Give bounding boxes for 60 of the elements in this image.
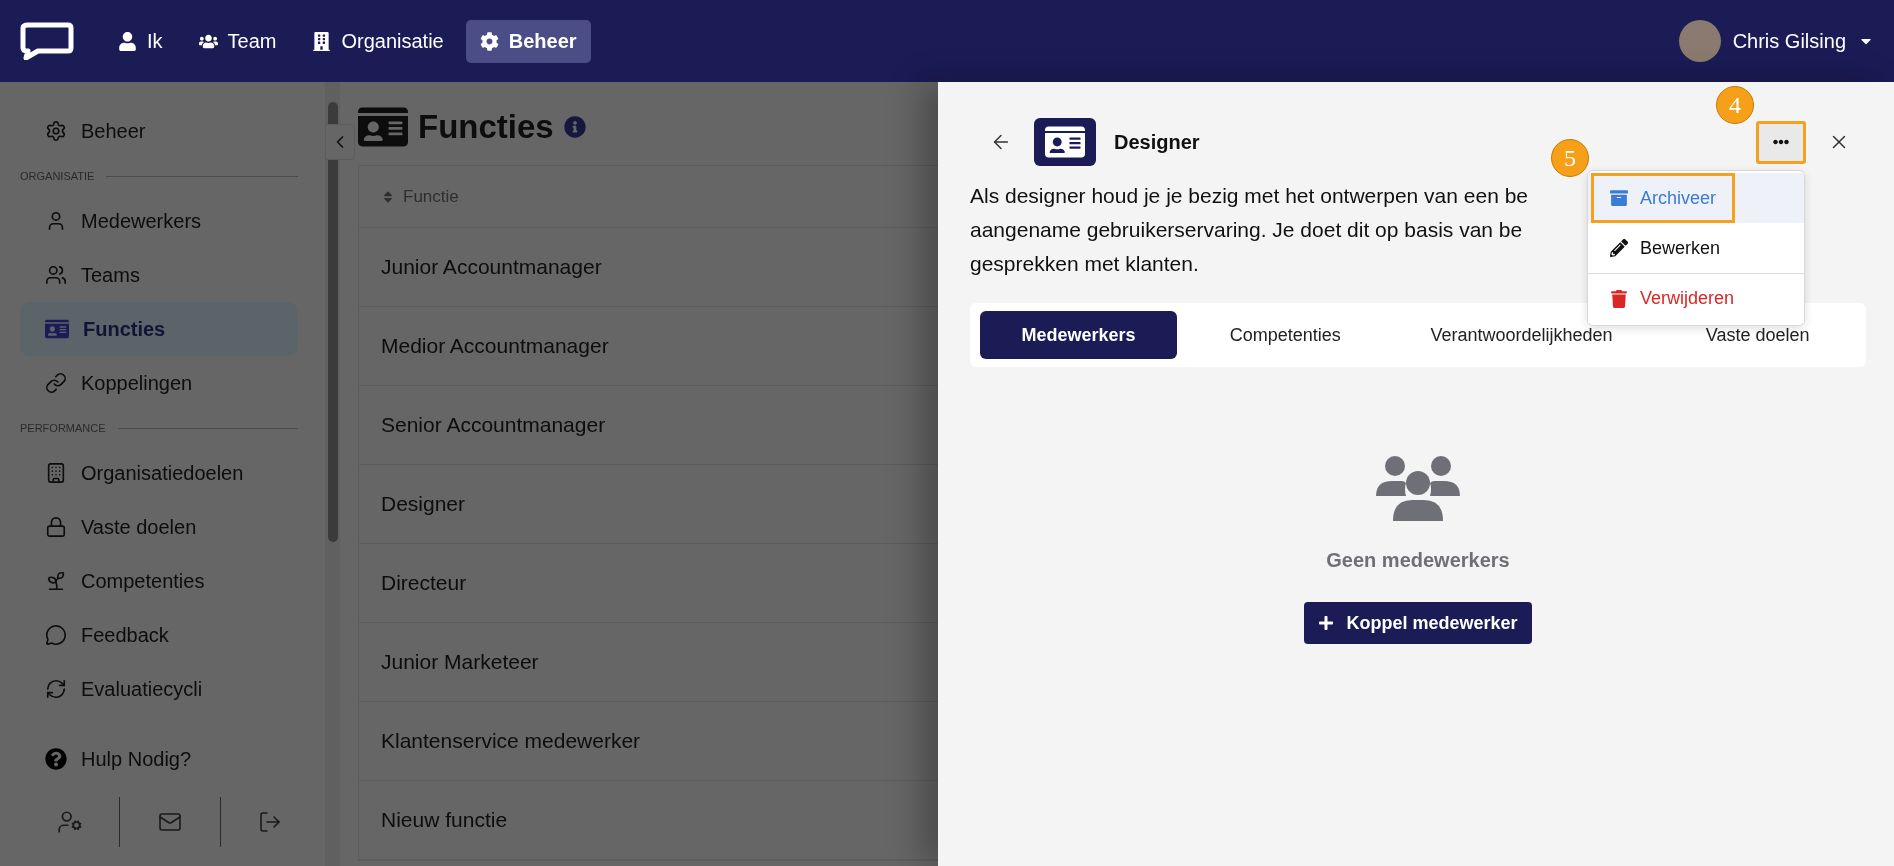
menu-item[interactable]: Archiveer bbox=[1588, 173, 1804, 223]
trash-icon bbox=[1610, 289, 1628, 308]
sidebar-item[interactable]: Evaluatiecycli bbox=[20, 662, 298, 716]
panel-title: Designer bbox=[1114, 130, 1200, 154]
add-employee-button[interactable]: Koppel medewerker bbox=[1304, 602, 1532, 644]
avatar bbox=[1678, 20, 1721, 62]
help-link[interactable]: Hulp Nodig? bbox=[20, 736, 325, 782]
nav-tab[interactable]: Ik bbox=[104, 19, 177, 63]
sidebar-item[interactable]: Koppelingen bbox=[20, 356, 298, 410]
scrollbar[interactable] bbox=[325, 82, 340, 866]
sidebar-item[interactable]: Teams bbox=[20, 248, 298, 302]
scrollbar-thumb[interactable] bbox=[327, 102, 338, 542]
info-icon[interactable] bbox=[563, 116, 586, 138]
empty-message: Geen medewerkers bbox=[1326, 549, 1510, 572]
id-card-icon bbox=[1034, 118, 1096, 166]
plus-icon bbox=[1318, 615, 1335, 631]
section-label: PERFORMANCE bbox=[20, 422, 106, 434]
step-marker: 5 bbox=[1551, 139, 1589, 177]
tab[interactable]: Medewerkers bbox=[980, 311, 1177, 359]
sidebar-item[interactable]: Functies bbox=[20, 302, 298, 356]
sidebar-item[interactable]: Feedback bbox=[20, 608, 298, 662]
more-button[interactable] bbox=[1756, 120, 1806, 164]
settings-icon bbox=[479, 31, 499, 51]
sidebar-item[interactable]: Organisatiedoelen bbox=[20, 446, 298, 500]
id-card-icon bbox=[45, 317, 69, 341]
logo-icon bbox=[20, 22, 74, 60]
tab[interactable]: Competenties bbox=[1187, 311, 1384, 359]
menu-item[interactable]: Bewerken bbox=[1588, 223, 1804, 273]
refresh-icon bbox=[45, 678, 67, 700]
nav-tab[interactable]: Beheer bbox=[465, 19, 591, 63]
lock-icon bbox=[45, 516, 67, 538]
user-icon bbox=[118, 31, 137, 51]
settings-icon bbox=[45, 120, 67, 142]
mail-icon bbox=[158, 810, 182, 834]
sidebar-item[interactable]: Vaste doelen bbox=[20, 500, 298, 554]
archive-icon bbox=[1610, 189, 1628, 207]
collapse-button[interactable] bbox=[325, 124, 355, 160]
sprout-icon bbox=[45, 570, 67, 592]
sidebar-item[interactable]: Beheer bbox=[20, 104, 298, 158]
users-icon bbox=[45, 264, 67, 286]
user-menu[interactable]: Chris Gilsing bbox=[1678, 20, 1874, 62]
nav-tab[interactable]: Organisatie bbox=[298, 19, 458, 63]
users-icon bbox=[1376, 455, 1460, 521]
pencil-icon bbox=[1610, 239, 1628, 257]
page-title: Functies bbox=[418, 108, 554, 146]
building-icon bbox=[45, 462, 67, 484]
help-icon bbox=[45, 748, 67, 770]
building-icon bbox=[312, 31, 332, 51]
user-settings-icon bbox=[56, 809, 83, 835]
logout-icon bbox=[258, 810, 283, 834]
section-label: ORGANISATIE bbox=[20, 170, 95, 182]
nav-tab[interactable]: Team bbox=[184, 19, 291, 63]
step-marker: 4 bbox=[1716, 86, 1754, 124]
chat-icon bbox=[45, 624, 67, 646]
sidebar-item[interactable]: Competenties bbox=[20, 554, 298, 608]
description: Als designer houd je je bezig met het ontwerpen van een be aangename gebruikerservaring. Je doet dit op basis van be gesprekken met klanten. bbox=[970, 183, 1529, 277]
menu-item[interactable]: Verwijderen bbox=[1588, 273, 1804, 323]
link-icon bbox=[45, 372, 67, 394]
sidebar-item[interactable]: Medewerkers bbox=[20, 194, 298, 248]
sort-icon bbox=[381, 189, 395, 204]
